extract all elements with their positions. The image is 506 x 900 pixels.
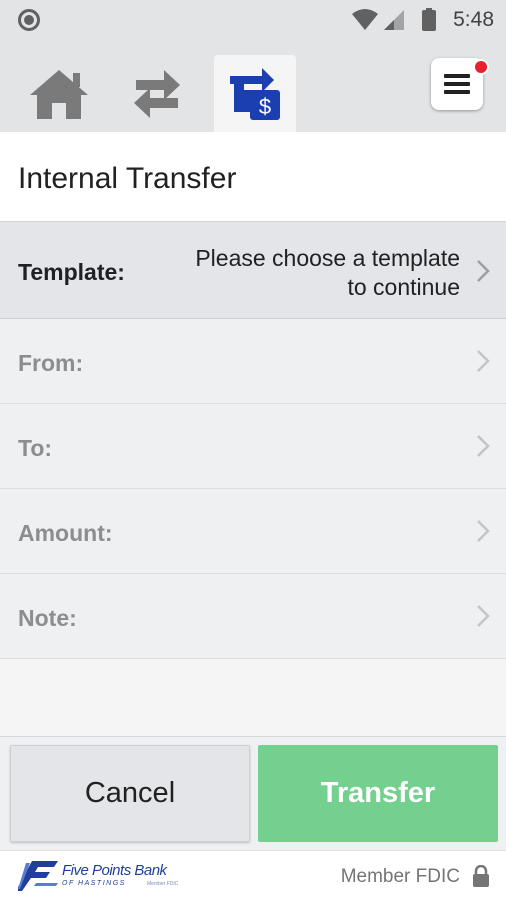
status-time: 5:48 bbox=[453, 8, 494, 31]
bank-logo-subtitle: OF HASTINGS bbox=[62, 880, 126, 887]
chevron-right-icon bbox=[477, 520, 490, 542]
svg-text:$: $ bbox=[259, 94, 271, 119]
top-nav-bar: $ bbox=[0, 40, 506, 132]
template-value-line1: Please choose a template bbox=[195, 245, 460, 271]
to-label: To: bbox=[18, 435, 53, 461]
swap-arrows-icon bbox=[134, 69, 180, 118]
transfer-button[interactable]: Transfer bbox=[258, 745, 498, 842]
note-row[interactable]: Note: bbox=[0, 574, 506, 659]
member-fdic-text: Member FDIC bbox=[340, 866, 460, 887]
template-label: Template: bbox=[18, 259, 125, 285]
chevron-right-icon bbox=[477, 260, 490, 282]
chevron-right-icon bbox=[477, 435, 490, 457]
amount-label: Amount: bbox=[18, 520, 113, 546]
tab-transfers[interactable] bbox=[116, 55, 198, 132]
notification-dot-icon bbox=[18, 9, 40, 31]
transfer-dollar-icon: $ bbox=[230, 67, 280, 120]
to-row[interactable]: To: bbox=[0, 404, 506, 489]
bank-logo: Five Points Bank OF HASTINGS Member FDIC bbox=[18, 859, 188, 893]
empty-area bbox=[0, 659, 506, 736]
chevron-right-icon bbox=[477, 350, 490, 372]
action-bar: Cancel Transfer bbox=[0, 736, 506, 850]
chevron-right-icon bbox=[477, 605, 490, 627]
status-bar: 5:48 bbox=[0, 0, 506, 40]
template-row[interactable]: Template: Please choose a template to co… bbox=[0, 222, 506, 319]
bank-logo-fdic: Member FDIC bbox=[147, 881, 179, 887]
battery-icon bbox=[422, 10, 436, 31]
tab-internal-transfer[interactable]: $ bbox=[214, 55, 296, 132]
note-label: Note: bbox=[18, 605, 77, 631]
footer: Five Points Bank OF HASTINGS Member FDIC… bbox=[0, 850, 506, 900]
page-header: Internal Transfer bbox=[0, 132, 506, 222]
lock-icon bbox=[473, 865, 489, 887]
status-icons bbox=[352, 8, 436, 31]
notification-badge bbox=[473, 59, 489, 75]
bank-logo-mark-icon bbox=[18, 861, 58, 891]
cancel-button[interactable]: Cancel bbox=[10, 745, 250, 842]
home-icon bbox=[30, 69, 88, 119]
template-value: Please choose a template to continue bbox=[195, 244, 460, 302]
amount-row[interactable]: Amount: bbox=[0, 489, 506, 574]
tab-home[interactable] bbox=[18, 55, 100, 132]
from-label: From: bbox=[18, 350, 84, 376]
wifi-icon bbox=[352, 9, 378, 30]
hamburger-menu-icon bbox=[444, 74, 470, 94]
template-value-line2: to continue bbox=[347, 274, 460, 300]
bank-logo-name: Five Points Bank bbox=[62, 862, 167, 879]
page-title: Internal Transfer bbox=[18, 162, 237, 195]
from-row[interactable]: From: bbox=[0, 319, 506, 404]
